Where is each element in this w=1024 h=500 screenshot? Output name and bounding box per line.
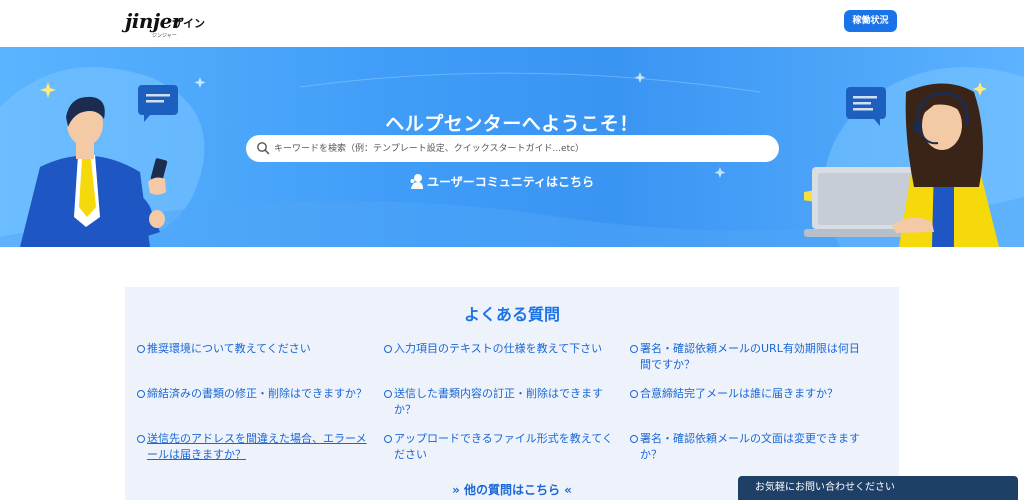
contact-chat-bar[interactable]: お気軽にお問い合わせください (738, 476, 1018, 500)
faq-item-label: 締結済みの書類の修正・削除はできますか？ (147, 387, 367, 400)
circle-bullet-icon (630, 345, 638, 353)
faq-item-label: 推奨環境について教えてください (147, 342, 311, 355)
faq-item-label: 署名・確認依頼メールの文面は変更できますか？ (640, 432, 860, 461)
faq-item-label: アップロードできるファイル形式を教えてください (394, 432, 613, 461)
faq-title: よくある質問 (463, 305, 560, 324)
faq-item-recommended-environment[interactable]: 推奨環境について教えてください (137, 341, 373, 357)
faq-item-edit-sent-documents[interactable]: 送信した書類内容の訂正・削除はできますか？ (384, 386, 620, 418)
user-icon (410, 174, 423, 189)
hero-title: ヘルプセンターへようこそ！ (385, 113, 639, 135)
hero-banner: ヘルプセンターへようこそ！ ユーザーコミュニティはこちら (0, 47, 1024, 247)
circle-bullet-icon (137, 435, 145, 443)
circle-bullet-icon (630, 435, 638, 443)
support-operator-illustration (804, 83, 999, 247)
search-input[interactable] (274, 135, 769, 162)
circle-bullet-icon (384, 390, 392, 398)
user-community-label: ユーザーコミュニティはこちら (427, 175, 595, 189)
faq-item-upload-file-formats[interactable]: アップロードできるファイル形式を教えてください (384, 431, 620, 463)
faq-item-label: 署名・確認依頼メールのURL有効期限は何日間ですか？ (640, 342, 860, 371)
site-header: jinjer サイン ジンジャー 稼働状況 (0, 0, 1024, 47)
search-bar[interactable] (246, 135, 779, 162)
search-icon[interactable] (256, 141, 270, 155)
faq-item-completion-email-recipients[interactable]: 合意締結完了メールは誰に届きますか？ (630, 386, 866, 402)
faq-item-label: 送信した書類内容の訂正・削除はできますか？ (394, 387, 603, 416)
circle-bullet-icon (137, 345, 145, 353)
faq-item-email-text-customization[interactable]: 署名・確認依頼メールの文面は変更できますか？ (630, 431, 866, 463)
logo-product: サイン (172, 17, 205, 30)
system-status-button[interactable]: 稼働状況 (844, 10, 897, 32)
man-with-phone-illustration (20, 85, 178, 247)
logo-kana: ジンジャー (152, 33, 177, 39)
faq-item-label: 合意締結完了メールは誰に届きますか？ (640, 387, 838, 400)
circle-bullet-icon (384, 345, 392, 353)
faq-item-label: 送信先のアドレスを間違えた場合、エラーメールは届きますか？ (147, 432, 367, 461)
faq-section: よくある質問 推奨環境について教えてください 入力項目のテキストの仕様を教えて下… (125, 287, 899, 500)
faq-item-edit-completed-documents[interactable]: 締結済みの書類の修正・削除はできますか？ (137, 386, 373, 402)
faq-item-url-expiry[interactable]: 署名・確認依頼メールのURL有効期限は何日間ですか？ (630, 341, 866, 373)
faq-item-input-text-spec[interactable]: 入力項目のテキストの仕様を教えて下さい (384, 341, 620, 357)
faq-item-label: 入力項目のテキストの仕様を教えて下さい (394, 342, 603, 355)
circle-bullet-icon (137, 390, 145, 398)
faq-item-wrong-address-error[interactable]: 送信先のアドレスを間違えた場合、エラーメールは届きますか？ (137, 431, 373, 463)
circle-bullet-icon (384, 435, 392, 443)
circle-bullet-icon (630, 390, 638, 398)
